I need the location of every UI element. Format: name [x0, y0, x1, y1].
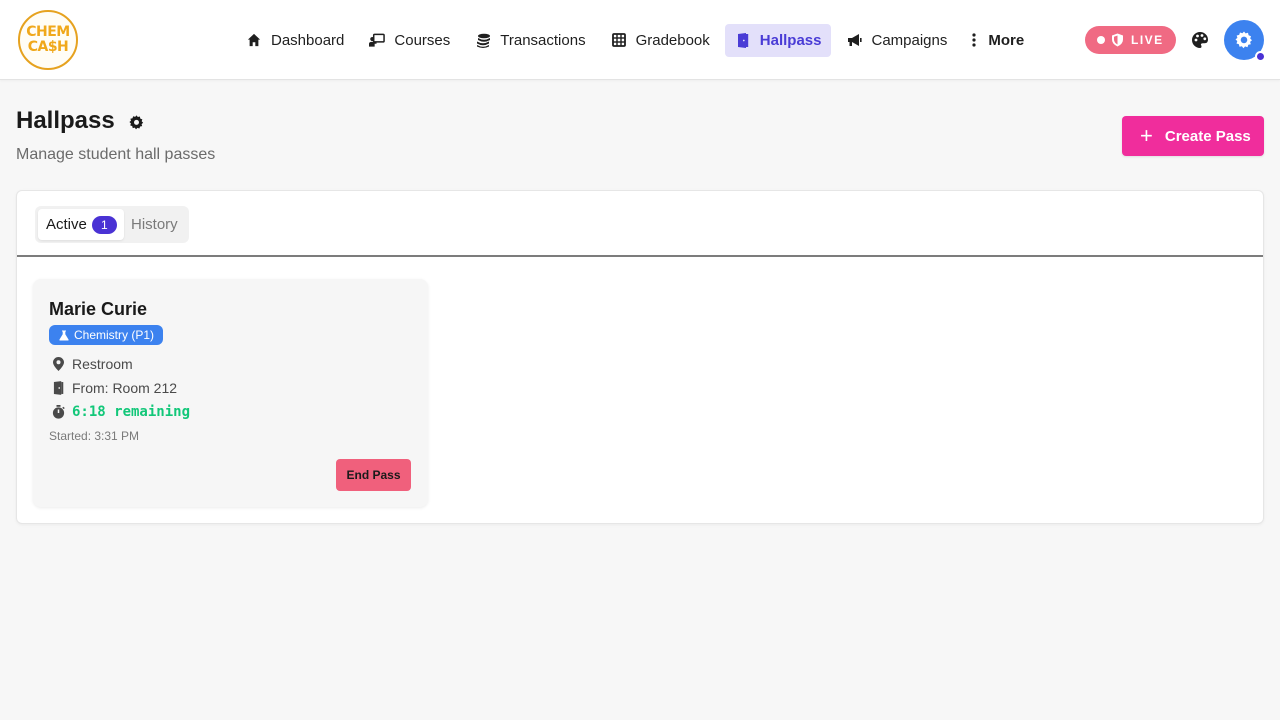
tab-history-label: History	[131, 216, 178, 233]
vertical-dots-icon	[972, 32, 976, 48]
tab-history[interactable]: History	[124, 209, 178, 240]
tabs-divider	[17, 255, 1263, 257]
page-subtitle: Manage student hall passes	[16, 146, 216, 163]
destination-text: Restroom	[72, 356, 133, 372]
nav-item-hallpass[interactable]: Hallpass	[724, 23, 832, 57]
nav-item-label: Hallpass	[759, 31, 822, 49]
bullhorn-icon	[846, 32, 862, 48]
course-badge: Chemistry (P1)	[49, 325, 164, 345]
palette-icon[interactable]	[1191, 31, 1209, 49]
plus-icon: +	[1140, 123, 1153, 148]
chalkboard-teacher-icon	[369, 32, 386, 48]
home-icon	[246, 32, 262, 48]
nav-item-gradebook[interactable]: Gradebook	[601, 24, 720, 57]
nav-item-label: Campaigns	[871, 31, 948, 49]
live-status-badge[interactable]: LIVE	[1085, 26, 1176, 54]
hallpass-panel: Active 1 History Marie Curie Chemistry (…	[16, 190, 1264, 524]
door-icon	[735, 32, 751, 48]
tab-active-label: Active	[46, 216, 87, 233]
nav-item-more[interactable]: More	[962, 24, 1034, 57]
timer-row: 6:18 remaining	[51, 404, 190, 420]
tab-active[interactable]: Active 1	[38, 209, 124, 240]
door-icon	[51, 381, 65, 395]
map-pin-icon	[51, 357, 65, 371]
destination-row: Restroom	[51, 356, 133, 372]
pass-tabs: Active 1 History	[35, 206, 189, 243]
live-dot-icon	[1097, 36, 1105, 44]
nav-item-transactions[interactable]: Transactions	[465, 24, 595, 57]
nav-item-label: Transactions	[500, 31, 586, 49]
gear-icon	[1235, 31, 1253, 49]
nav-item-label: Gradebook	[635, 31, 710, 49]
live-label: LIVE	[1131, 33, 1164, 47]
main-nav: Dashboard Courses Transactions Gradebook…	[236, 23, 1039, 57]
coins-icon	[475, 32, 491, 48]
nav-item-courses[interactable]: Courses	[359, 24, 460, 57]
shield-icon	[1111, 33, 1124, 47]
table-grid-icon	[611, 32, 627, 48]
active-count-badge: 1	[91, 215, 117, 234]
logo-text-bottom: CA$H	[27, 39, 69, 55]
nav-item-label: Courses	[394, 31, 451, 49]
logo-text-top: CHEM	[26, 24, 70, 40]
nav-item-label: Dashboard	[271, 31, 345, 49]
end-pass-button[interactable]: End Pass	[336, 459, 411, 491]
create-pass-label: Create Pass	[1164, 127, 1251, 145]
nav-item-label: More	[988, 31, 1025, 49]
hallpass-card: Marie Curie Chemistry (P1) Restroom From…	[33, 279, 428, 507]
nav-item-campaigns[interactable]: Campaigns	[836, 24, 957, 57]
stopwatch-icon	[51, 405, 65, 419]
started-time: Started: 3:31 PM	[49, 429, 140, 443]
online-indicator	[1255, 51, 1266, 62]
chemcash-logo[interactable]: CHEM CA$H	[18, 10, 78, 70]
flask-icon	[59, 330, 69, 341]
time-remaining: 6:18 remaining	[72, 404, 191, 420]
course-label: Chemistry (P1)	[74, 328, 155, 342]
top-navbar: CHEM CA$H Dashboard Courses Transactions	[0, 0, 1280, 80]
origin-text: From: Room 212	[72, 380, 178, 396]
nav-item-dashboard[interactable]: Dashboard	[236, 24, 354, 57]
settings-gear-icon[interactable]	[129, 115, 144, 130]
student-name: Marie Curie	[49, 299, 148, 319]
create-pass-button[interactable]: + Create Pass	[1122, 116, 1264, 156]
page-title: Hallpass	[16, 107, 115, 134]
origin-row: From: Room 212	[51, 380, 177, 396]
